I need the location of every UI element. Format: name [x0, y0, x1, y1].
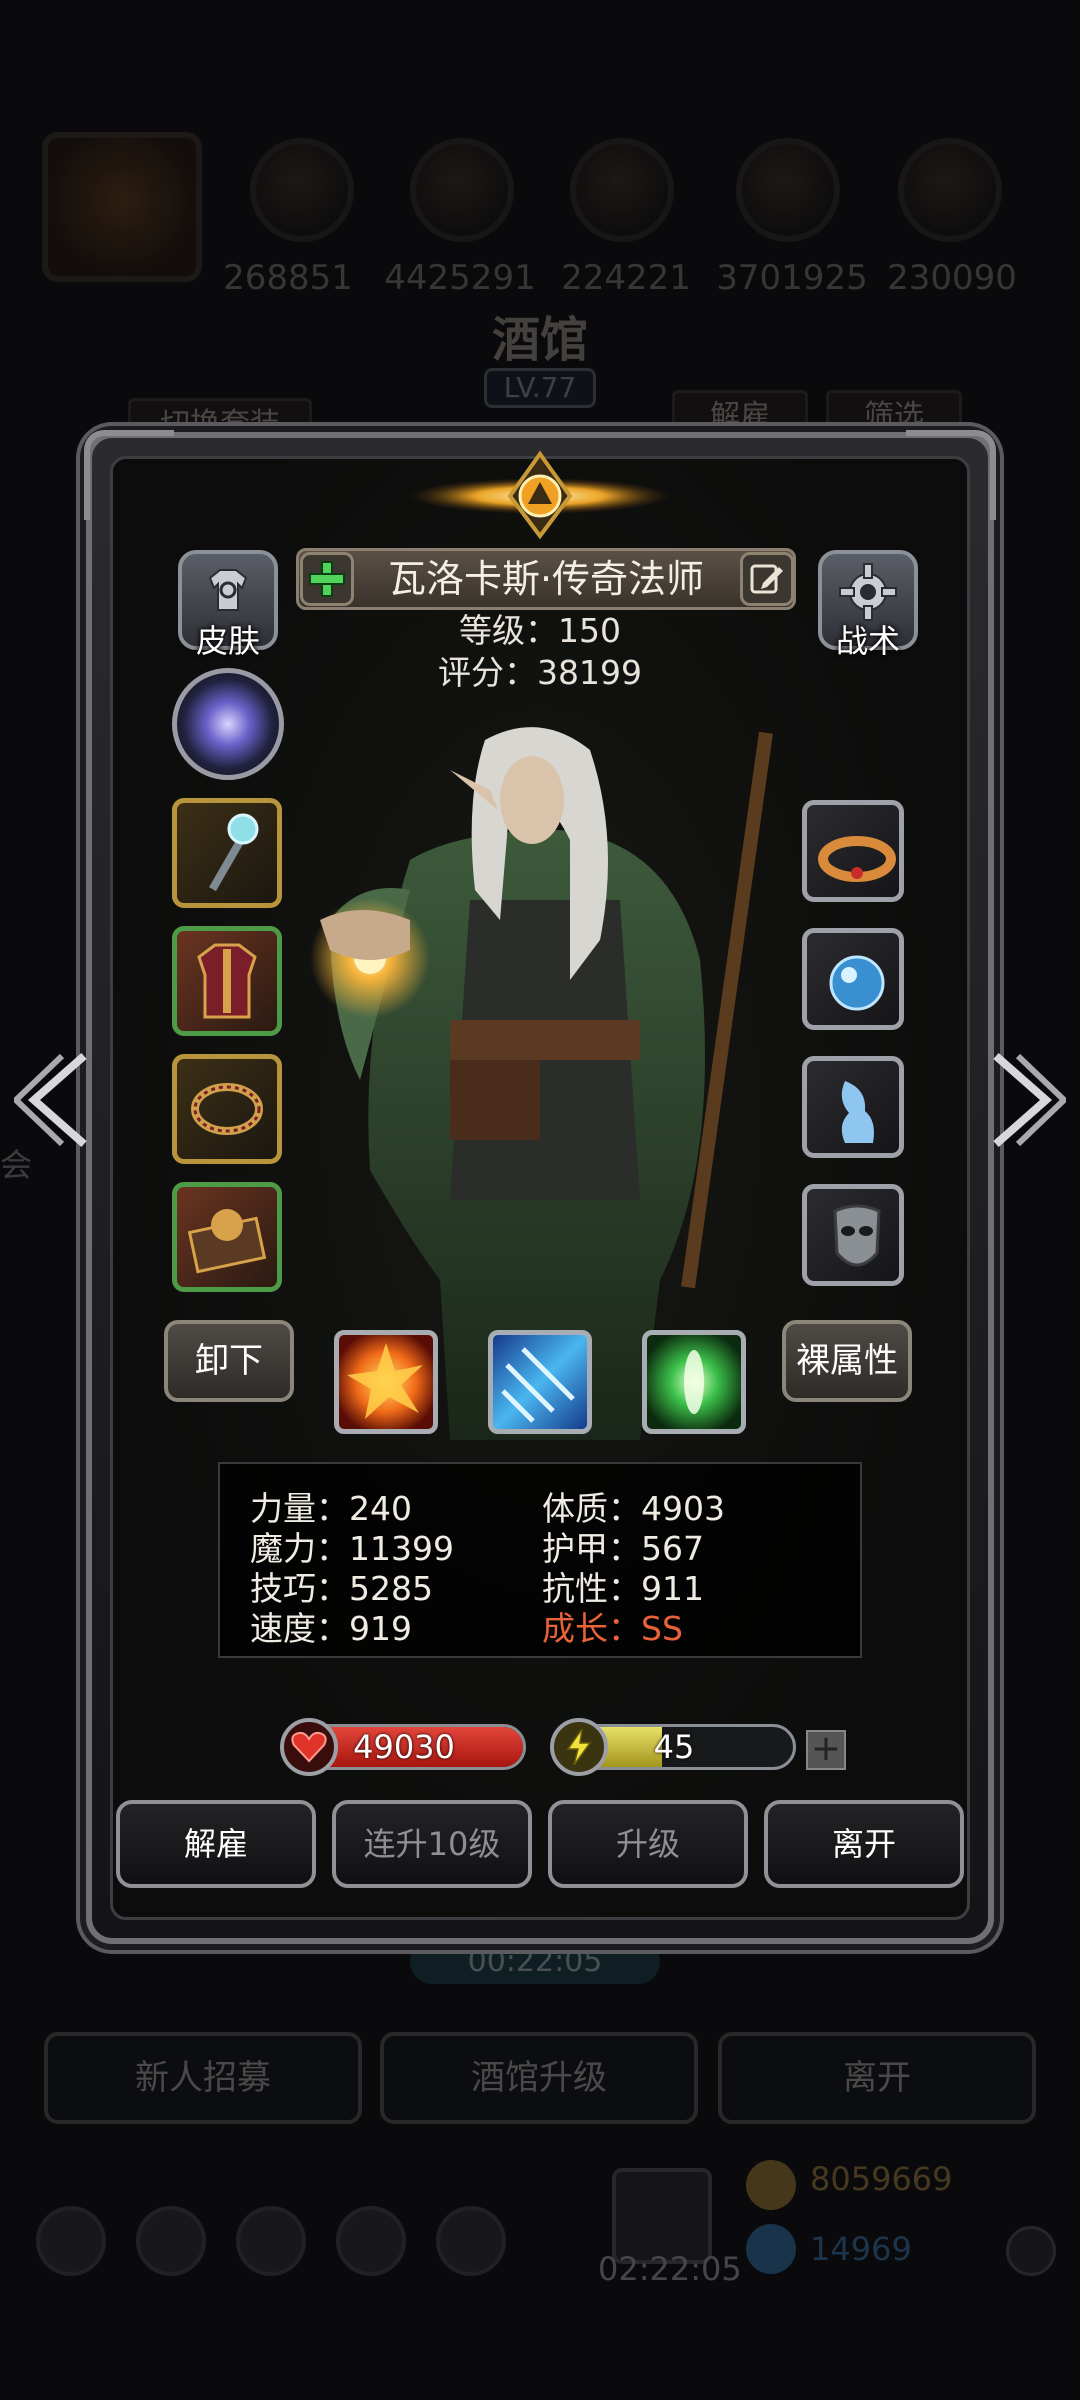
stat-growth: 成长：SS	[542, 1609, 683, 1648]
bottom-nav-icon[interactable]	[36, 2206, 106, 2276]
gold-amount: 8059669	[810, 2160, 953, 2198]
resource-slot-2[interactable]	[250, 138, 354, 242]
tavern-title: 酒馆	[491, 312, 588, 368]
next-hero-arrow-icon[interactable]	[986, 1050, 1066, 1150]
add-energy-button[interactable]: +	[806, 1730, 846, 1770]
hero-stats-panel: 力量：240 魔力：11399 技巧：5285 速度：919 体质：4903 护…	[218, 1462, 862, 1658]
equip-slot-mask[interactable]	[802, 1184, 904, 1286]
prev-hero-arrow-icon[interactable]	[14, 1050, 94, 1150]
stat-speed: 速度：919	[250, 1609, 412, 1648]
tavern-upgrade-button[interactable]: 酒馆升级	[380, 2032, 698, 2124]
equip-slot-book[interactable]	[172, 1182, 282, 1292]
staff-icon	[209, 813, 259, 892]
lightning-icon	[550, 1718, 608, 1776]
resource-value: 268851	[223, 258, 353, 298]
heart-icon	[280, 1718, 338, 1776]
soul-orb-icon[interactable]	[172, 668, 284, 780]
gold-coin-icon	[746, 2160, 796, 2210]
frame-corner-ornament	[906, 430, 996, 520]
gift-timer: 02:22:05	[598, 2250, 742, 2288]
orb-icon	[829, 955, 885, 1011]
shirt-icon	[208, 569, 248, 611]
fire-burst-icon	[347, 1343, 423, 1419]
plus-icon	[309, 561, 345, 597]
resource-value: 3701925	[716, 258, 868, 298]
new-recruit-button[interactable]: 新人招募	[44, 2032, 362, 2124]
armor-icon	[197, 943, 257, 1019]
skin-button[interactable]: 皮肤	[178, 550, 278, 662]
tactics-label: 战术	[835, 622, 900, 660]
spirit-icon	[841, 1081, 874, 1143]
base-attributes-button[interactable]: 裸属性	[782, 1320, 912, 1402]
mask-icon	[833, 1204, 881, 1267]
dismiss-hero-button[interactable]: 解雇	[116, 1800, 316, 1888]
equip-slot-armor[interactable]	[172, 926, 282, 1036]
skill-slot-2[interactable]	[488, 1330, 592, 1434]
level-up-button[interactable]: 升级	[548, 1800, 748, 1888]
resource-value: 230090	[887, 258, 1017, 298]
rename-button[interactable]	[740, 552, 794, 606]
resource-slot-5[interactable]	[736, 138, 840, 242]
gem-amount: 14969	[810, 2230, 912, 2268]
equip-slot-weapon[interactable]	[172, 798, 282, 908]
menu-plus-icon[interactable]	[1006, 2226, 1056, 2276]
edit-icon	[750, 564, 783, 594]
add-hero-button[interactable]	[300, 552, 354, 606]
resource-slot-4[interactable]	[570, 138, 674, 242]
green-light-icon	[684, 1350, 704, 1414]
tactics-button[interactable]: 战术	[818, 550, 918, 662]
crown-icon	[818, 836, 896, 882]
resource-slot-3[interactable]	[410, 138, 514, 242]
ice-shards-icon	[501, 1347, 575, 1423]
skin-label: 皮肤	[195, 622, 260, 660]
hero-level: 等级：150	[459, 611, 621, 650]
recruit-timer: 00:22:05	[410, 1940, 660, 1984]
resource-value: 224221	[561, 258, 691, 298]
equip-slot-crown[interactable]	[802, 800, 904, 902]
golden-crest-icon	[410, 450, 670, 540]
skill-slot-3[interactable]	[642, 1330, 746, 1434]
gem-icon	[746, 2224, 796, 2274]
equip-slot-spirit[interactable]	[802, 1056, 904, 1158]
resource-slot-1[interactable]	[42, 132, 202, 282]
skill-slot-1[interactable]	[334, 1330, 438, 1434]
spellbook-icon	[187, 1209, 267, 1274]
bottom-nav-icon[interactable]	[136, 2206, 206, 2276]
frame-corner-ornament	[84, 430, 174, 520]
equip-slot-accessory[interactable]	[172, 1054, 282, 1164]
gear-icon	[839, 563, 897, 621]
level-up-10-button[interactable]: 连升10级	[332, 1800, 532, 1888]
bg-leave-button[interactable]: 离开	[718, 2032, 1036, 2124]
resource-value: 4425291	[384, 258, 536, 298]
bottom-nav-icon[interactable]	[436, 2206, 506, 2276]
unequip-button[interactable]: 卸下	[164, 1320, 294, 1402]
hero-name: 瓦洛卡斯·传奇法师	[387, 557, 705, 601]
bottom-nav-icon[interactable]	[336, 2206, 406, 2276]
bottom-nav-icon[interactable]	[236, 2206, 306, 2276]
equip-slot-orb[interactable]	[802, 928, 904, 1030]
leave-button[interactable]: 离开	[764, 1800, 964, 1888]
hero-score: 评分：38199	[438, 653, 642, 692]
tavern-level-badge: LV.77	[484, 368, 596, 408]
resource-slot-6[interactable]	[898, 138, 1002, 242]
bracelet-icon	[191, 1083, 263, 1135]
